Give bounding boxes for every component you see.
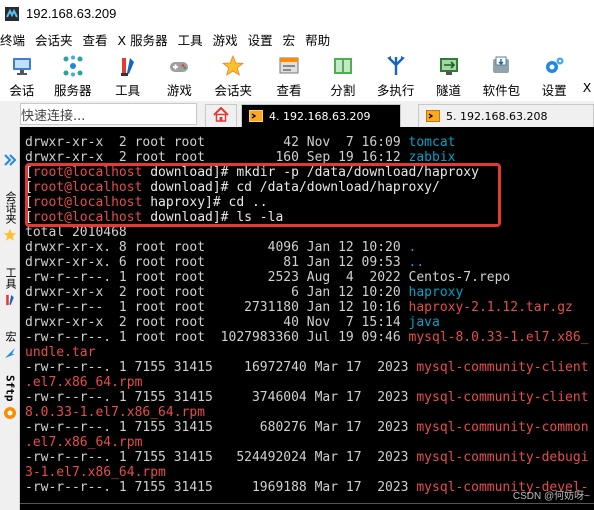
double-chevron-right-icon	[3, 153, 17, 170]
toolbar-settings-button[interactable]: 设置	[528, 51, 580, 101]
terminal-line: -rw-r--r--. 1 root root 2523 Aug 4 2022 …	[25, 270, 511, 285]
terminal-line: -rw-r--r--. 1 7155 31415 3746004 Mar 17 …	[25, 390, 589, 405]
terminal-line: -rw-r--r-- 1 root root 2731180 Jan 12 10…	[25, 300, 573, 315]
terminal-line: drwxr-xr-x 2 root root 6 Jan 12 10:20 ha…	[25, 285, 464, 300]
menu-terminal[interactable]: 终端	[0, 30, 32, 49]
terminal-line: undle.tar	[25, 345, 96, 360]
terminal-line: 3-1.el7.x86_64.rpm	[25, 465, 166, 480]
toolbar-servers-button[interactable]: 服务器	[44, 51, 102, 101]
menu-bar: 终端 会话夹 查看 X 服务器 工具 游戏 设置 宏 帮助	[0, 27, 594, 51]
terminal-tab-icon	[425, 109, 441, 123]
monitor-icon	[11, 55, 33, 77]
tab-session-5[interactable]: 5. 192.168.63.208	[418, 104, 594, 127]
macro-icon	[3, 346, 17, 363]
terminal-line: -rw-r--r--. 1 7155 31415 16972740 Mar 17…	[25, 360, 589, 375]
view-icon	[278, 55, 300, 77]
title-bar: 192.168.63.209	[0, 0, 594, 27]
home-tab[interactable]	[205, 104, 237, 127]
toolbar-games-button[interactable]: 游戏	[154, 51, 206, 101]
terminal-line: .el7.x86_64.rpm	[25, 375, 143, 390]
terminal-tab-icon	[248, 109, 264, 123]
terminal-bottom-edge	[20, 503, 594, 510]
tools-icon	[3, 293, 17, 310]
menu-help[interactable]: 帮助	[305, 30, 337, 49]
xserver-icon	[582, 55, 592, 77]
terminal-output[interactable]: drwxr-xr-x 2 root root 42 Nov 7 16:09 to…	[20, 127, 594, 510]
toolbar-xserver-button[interactable]: X	[580, 51, 594, 101]
tools-icon	[117, 55, 139, 77]
menu-settings[interactable]: 设置	[248, 30, 280, 49]
multiexec-icon	[385, 55, 407, 77]
main-toolbar: 会话 服务器 工具 游戏 会话夹 查看 分割 多执行 隧道 软件包 设置 X	[0, 51, 594, 101]
menu-view[interactable]: 查看	[83, 30, 115, 49]
menu-xserver[interactable]: X 服务器	[118, 30, 175, 49]
gamepad-icon	[168, 55, 190, 77]
gear-icon	[543, 55, 565, 77]
terminal-line: .el7.x86_64.rpm	[25, 435, 143, 450]
terminal-line: [root@localhost haproxy]# cd ..	[25, 195, 268, 210]
network-icon	[62, 55, 84, 77]
tunnel-icon	[438, 55, 460, 77]
mobaxterm-logo-icon	[4, 6, 20, 22]
window-title: 192.168.63.209	[26, 6, 117, 21]
terminal-line: [root@localhost download]# cd /data/down…	[25, 180, 440, 195]
terminal-line: drwxr-xr-x. 8 root root 4096 Jan 12 10:2…	[25, 240, 417, 255]
tab-session-4[interactable]: 4. 192.168.63.209	[241, 104, 401, 127]
menu-sessions[interactable]: 会话夹	[35, 30, 80, 49]
toolbar-split-button[interactable]: 分割	[317, 51, 369, 101]
terminal-line: -rw-r--r--. 1 7155 31415 524492024 Mar 1…	[25, 450, 589, 465]
tab-label: 5. 192.168.63.208	[446, 109, 548, 123]
sftp-icon	[3, 406, 17, 423]
menu-tools[interactable]: 工具	[178, 30, 210, 49]
terminal-line: total 2010468	[25, 225, 127, 240]
terminal-line: -rw-r--r--. 1 7155 31415 1969188 Mar 17 …	[25, 480, 589, 495]
sidebar-item-macros[interactable]: 宏	[2, 329, 18, 363]
package-icon	[490, 55, 512, 77]
tab-label: 4. 192.168.63.209	[269, 109, 371, 123]
star-icon	[3, 228, 17, 245]
sidebar-item-sessions[interactable]: 会话夹	[2, 189, 18, 245]
menu-macros[interactable]: 宏	[283, 30, 303, 49]
home-icon	[213, 106, 229, 126]
terminal-line: [root@localhost download]# ls -la	[25, 210, 284, 225]
quick-connect-input[interactable]: 快速连接...	[20, 103, 197, 125]
terminal-line: 8.0.33-1.el7.x86_64.rpm	[25, 405, 206, 420]
terminal-line: -rw-r--r--. 1 7155 31415 680276 Mar 17 2…	[25, 420, 589, 435]
terminal-line: drwxr-xr-x 2 root root 42 Nov 7 16:09 to…	[25, 135, 456, 150]
toolbar-tools-button[interactable]: 工具	[102, 51, 154, 101]
terminal-line: -rw-r--r--. 1 root root 1027983360 Jul 1…	[25, 330, 589, 345]
toolbar-view-button[interactable]: 查看	[261, 51, 317, 101]
terminal-line: drwxr-xr-x 2 root root 40 Nov 7 15:14 ja…	[25, 315, 440, 330]
terminal-line: [root@localhost download]# mkdir -p /dat…	[25, 165, 479, 180]
sidebar-item-tools[interactable]: 工具	[2, 265, 18, 310]
terminal-line: drwxr-xr-x 2 root root 160 Sep 19 16:12 …	[25, 150, 456, 165]
toolbar-tunnel-button[interactable]: 隧道	[423, 51, 475, 101]
watermark-text: CSDN @何妨呀~	[512, 491, 590, 502]
toolbar-session-button[interactable]: 会话	[0, 51, 44, 101]
menu-games[interactable]: 游戏	[213, 30, 245, 49]
sidebar-collapse-button[interactable]	[2, 153, 18, 170]
terminal-line: drwxr-xr-x. 6 root root 81 Jan 12 09:53 …	[25, 255, 425, 270]
left-sidebar: 会话夹 工具 宏 Sftp	[0, 127, 20, 510]
toolbar-sessions-folder-button[interactable]: 会话夹	[205, 51, 261, 101]
star-icon	[222, 54, 245, 77]
toolbar-multiexec-button[interactable]: 多执行	[369, 51, 423, 101]
toolbar-packages-button[interactable]: 软件包	[474, 51, 528, 101]
sidebar-item-sftp[interactable]: Sftp	[2, 373, 18, 423]
split-icon	[332, 55, 354, 77]
